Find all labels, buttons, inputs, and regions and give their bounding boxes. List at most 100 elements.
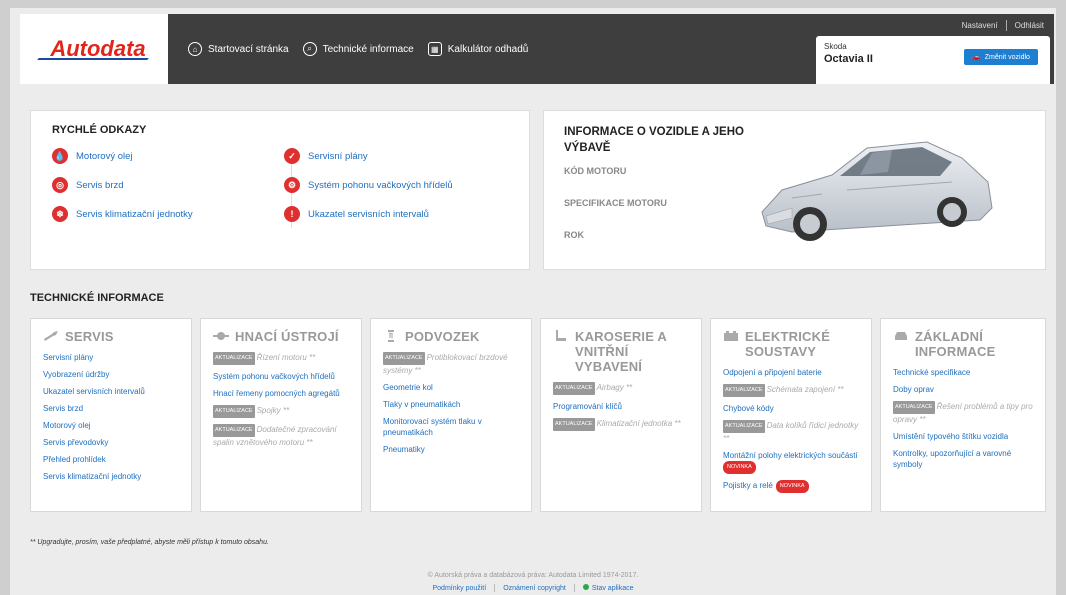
tech-card-title: SERVIS	[43, 329, 179, 344]
separator	[494, 584, 496, 592]
change-vehicle-button[interactable]: 🚗 Změnit vozidlo	[964, 49, 1038, 65]
tech-link-locked[interactable]: AKTUALIZACE Klimatizační jednotka **	[553, 418, 689, 431]
quick-link-ac-service[interactable]: ❄ Servis klimatizační jednotky	[52, 206, 193, 222]
copyright-notice-link[interactable]: Oznámení copyright	[503, 585, 566, 592]
engine-code-label: KÓD MOTORU	[564, 166, 627, 176]
upgrade-note: ** Upgradujte, prosím, vaše předplatné, …	[30, 539, 269, 546]
tech-link-new[interactable]: Montážní polohy elektrických součástí NOV…	[723, 450, 859, 474]
tech-link[interactable]: Ukazatel servisních intervalů	[43, 386, 179, 397]
battery-icon	[724, 331, 738, 341]
tech-link[interactable]: Motorový olej	[43, 420, 179, 431]
home-icon: ⌂	[188, 42, 202, 56]
tech-link[interactable]: Pneumatiky	[383, 444, 519, 455]
tech-card-title: HNACÍ ÚSTROJÍ	[213, 329, 349, 344]
tech-link[interactable]: Technické specifikace	[893, 367, 1033, 378]
nav-home[interactable]: ⌂ Startovací stránka	[188, 42, 289, 56]
snowflake-icon: ❄	[52, 206, 68, 222]
tech-card-basic-info: ZÁKLADNÍ INFORMACE Technické specifikace…	[880, 318, 1046, 512]
tech-card-electrical: ELEKTRICKÉ SOUSTAVY Odpojení a připojení…	[710, 318, 872, 512]
app-status-link[interactable]: Stav aplikace	[582, 584, 634, 592]
tech-link-new[interactable]: Pojistky a relé NOVINKA	[723, 480, 859, 493]
checkmark-icon: ✓	[284, 148, 300, 164]
gear-icon	[213, 332, 229, 340]
quick-link-label: Servis brzd	[76, 179, 124, 191]
new-badge: NOVINKA	[775, 480, 809, 493]
tech-link-locked[interactable]: AKTUALIZACE Schémata zapojení **	[723, 384, 859, 397]
tech-link[interactable]: Přehled prohlídek	[43, 454, 179, 465]
tech-link-locked[interactable]: AKTUALIZACE Řízení motoru **	[213, 352, 349, 365]
quick-link-label: Systém pohonu vačkových hřídelů	[308, 179, 453, 191]
calculator-icon: ▦	[427, 42, 442, 56]
tech-card-body-interior: KAROSERIE A VNITŘNÍ VYBAVENÍ AKTUALIZACE…	[540, 318, 702, 512]
tech-link[interactable]: Programování klíčů	[553, 401, 689, 412]
tech-card-service: SERVIS Servisní plány Vyobrazení údržby …	[30, 318, 192, 512]
tech-link-locked[interactable]: AKTUALIZACE Dodatečné zpracování spalin v…	[213, 424, 349, 448]
tech-card-title: ELEKTRICKÉ SOUSTAVY	[723, 329, 859, 359]
nav-technical-info[interactable]: ⌕ Technické informace	[302, 42, 414, 56]
nav-estimate-calculator[interactable]: ▦ Kalkulátor odhadů	[427, 42, 528, 56]
vehicle-illustration	[761, 141, 993, 241]
quick-link-brake-service[interactable]: ◎ Servis brzd	[52, 177, 124, 193]
window-frame-right	[1056, 0, 1066, 595]
tech-link[interactable]: Geometrie kol	[383, 382, 519, 393]
suspension-icon	[388, 330, 394, 342]
tech-link[interactable]: Kontrolky, upozorňující a varovné symbol…	[893, 448, 1033, 470]
quick-link-service-indicator[interactable]: ! Ukazatel servisních intervalů	[284, 206, 429, 222]
tech-link[interactable]: Servis brzd	[43, 403, 179, 414]
window-frame-left	[0, 0, 10, 595]
tech-card-chassis: PODVOZEK AKTUALIZACE Protiblokovací brzdo…	[370, 318, 532, 512]
quick-link-label: Ukazatel servisních intervalů	[308, 208, 429, 220]
logo-area[interactable]: Autodata	[20, 14, 168, 84]
quick-link-engine-oil[interactable]: 💧 Motorový olej	[52, 148, 133, 164]
tech-link[interactable]: Doby oprav	[893, 384, 1033, 395]
tech-link[interactable]: Odpojení a připojení baterie	[723, 367, 859, 378]
technical-info-title: TECHNICKÉ INFORMACE	[30, 292, 164, 304]
quick-links-title: RYCHLÉ ODKAZY	[52, 124, 147, 136]
tech-link-locked[interactable]: AKTUALIZACE Řešení problémů a tipy pro op…	[893, 401, 1033, 425]
tech-link[interactable]: Umístění typového štítku vozidla	[893, 431, 1033, 442]
engine-spec-label: SPECIFIKACE MOTORU	[564, 198, 667, 208]
tech-link-locked[interactable]: AKTUALIZACE Data kolíků řídicí jednotky *…	[723, 420, 859, 444]
footer-links: Podmínky použití Oznámení copyright Stav…	[0, 584, 1066, 592]
quick-link-camshaft-drive[interactable]: ⚙ Systém pohonu vačkových hřídelů	[284, 177, 453, 193]
quick-link-label: Servisní plány	[308, 150, 368, 162]
tech-link[interactable]: Tlaky v pneumatikách	[383, 399, 519, 410]
tech-link-locked[interactable]: AKTUALIZACE Airbagy **	[553, 382, 689, 395]
window-frame-top	[0, 0, 1066, 8]
tech-card-powertrain: HNACÍ ÚSTROJÍ AKTUALIZACE Řízení motoru *…	[200, 318, 362, 512]
tech-link-locked[interactable]: AKTUALIZACE Protiblokovací brzdové systém…	[383, 352, 519, 376]
tech-link[interactable]: Vyobrazení údržby	[43, 369, 179, 380]
search-icon: ⌕	[302, 42, 317, 56]
new-badge: NOVINKA	[723, 461, 756, 474]
settings-link[interactable]: Nastavení	[962, 21, 998, 30]
change-vehicle-label: Změnit vozidlo	[984, 53, 1030, 61]
tech-card-title: PODVOZEK	[383, 329, 519, 344]
autodata-logo[interactable]: Autodata	[37, 36, 150, 62]
tech-link[interactable]: Systém pohonu vačkových hřídelů	[213, 371, 349, 382]
tech-link[interactable]: Hnací řemeny pomocných agregátů	[213, 388, 349, 399]
quick-link-label: Servis klimatizační jednotky	[76, 208, 193, 220]
tech-card-title: ZÁKLADNÍ INFORMACE	[893, 329, 1033, 359]
logout-link[interactable]: Odhlásit	[1015, 21, 1044, 30]
vehicle-info-title: INFORMACE O VOZIDLE A JEHO VÝBAVĚ	[564, 126, 744, 154]
tech-link[interactable]: Servis převodovky	[43, 437, 179, 448]
separator	[1005, 19, 1007, 31]
top-navigation: ⌂ Startovací stránka ⌕ Technické informa…	[168, 14, 812, 84]
vehicle-selector: Skoda Octavia II 🚗 Změnit vozidlo	[812, 36, 1054, 84]
wrench-icon	[44, 331, 58, 341]
nav-technical-info-label: Technické informace	[322, 43, 414, 55]
quick-link-service-plans[interactable]: ✓ Servisní plány	[284, 148, 368, 164]
tech-link-locked[interactable]: AKTUALIZACE Spojky **	[213, 405, 349, 418]
tech-link[interactable]: Servis klimatizační jednotky	[43, 471, 179, 482]
nav-home-label: Startovací stránka	[208, 43, 289, 55]
status-dot-icon	[582, 584, 589, 590]
car-icon: 🚗	[972, 54, 981, 61]
terms-link[interactable]: Podmínky použití	[433, 585, 487, 592]
separator	[573, 584, 575, 592]
tech-link[interactable]: Monitorovací systém tlaku v pneumatikách	[383, 416, 519, 438]
tech-link[interactable]: Servisní plány	[43, 352, 179, 363]
seat-icon	[556, 330, 566, 341]
camshaft-icon: ⚙	[284, 177, 300, 193]
car-front-icon	[895, 332, 907, 340]
tech-link[interactable]: Chybové kódy	[723, 403, 859, 414]
